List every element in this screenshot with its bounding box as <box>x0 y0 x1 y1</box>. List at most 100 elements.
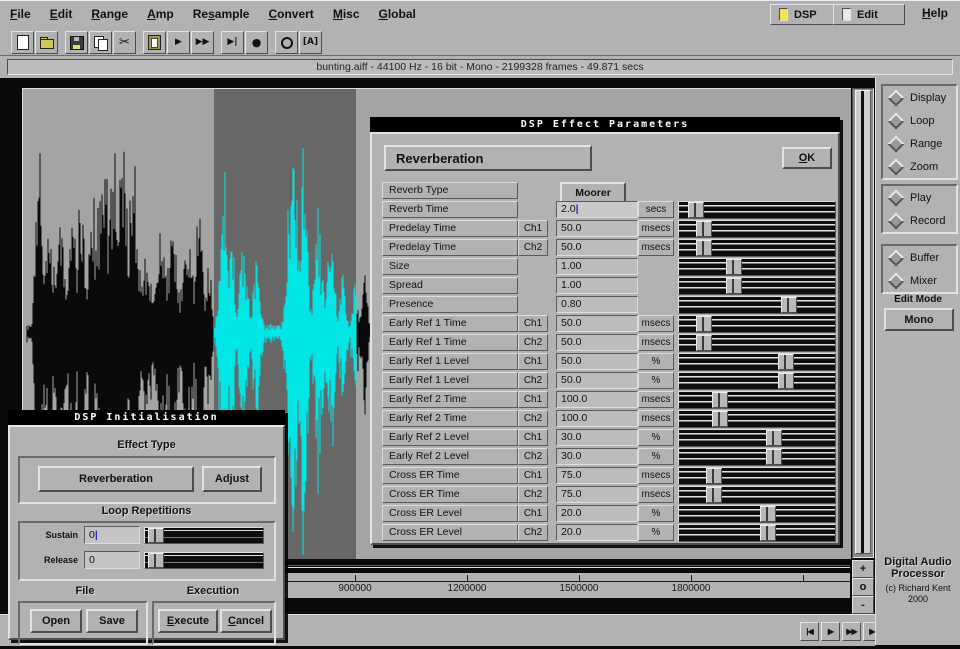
sidebar-item-display[interactable]: Display <box>883 86 956 109</box>
param-slider[interactable] <box>678 429 836 447</box>
param-slider-thumb[interactable] <box>696 316 712 332</box>
param-slider[interactable] <box>678 201 836 219</box>
copy-button[interactable] <box>89 31 112 54</box>
sidebar-item-record[interactable]: Record <box>883 209 956 232</box>
record-button[interactable]: ● <box>245 31 268 54</box>
param-slider-thumb[interactable] <box>760 506 776 522</box>
param-slider-thumb[interactable] <box>726 278 742 294</box>
param-value-input[interactable]: 75.0 <box>556 467 638 484</box>
release-input[interactable]: 0 <box>84 551 140 569</box>
param-slider[interactable] <box>678 486 836 504</box>
execute-button[interactable]: Execute <box>158 609 218 633</box>
transport-button-1[interactable]: ▶ <box>821 622 840 641</box>
channel-button[interactable]: Ch1 <box>518 391 548 408</box>
param-slider[interactable] <box>678 372 836 390</box>
param-slider-thumb[interactable] <box>706 468 722 484</box>
zoom-in-button[interactable]: + <box>852 560 874 578</box>
param-slider[interactable] <box>678 258 836 276</box>
sidebar-item-buffer[interactable]: Buffer <box>883 246 956 269</box>
param-slider-thumb[interactable] <box>766 430 782 446</box>
play-range-button[interactable]: ▶| <box>221 31 244 54</box>
param-slider[interactable] <box>678 524 836 542</box>
sidebar-item-mixer[interactable]: Mixer <box>883 269 956 292</box>
channel-button[interactable]: Ch2 <box>518 524 548 541</box>
sidebar-item-loop[interactable]: Loop <box>883 109 956 132</box>
adjust-button[interactable]: Adjust <box>202 466 262 492</box>
param-slider[interactable] <box>678 296 836 314</box>
param-value-input[interactable]: 50.0 <box>556 372 638 389</box>
param-slider-thumb[interactable] <box>760 525 776 541</box>
param-value-input[interactable]: 75.0 <box>556 486 638 503</box>
param-slider[interactable] <box>678 505 836 523</box>
fx-dialog-titlebar[interactable]: DSP Effect Parameters <box>370 117 840 132</box>
menu-item-range[interactable]: Range <box>91 7 128 21</box>
channel-button[interactable]: Ch2 <box>518 410 548 427</box>
cancel-button[interactable]: Cancel <box>220 609 272 633</box>
channel-button[interactable]: Ch2 <box>518 334 548 351</box>
sidebar-item-zoom[interactable]: Zoom <box>883 155 956 178</box>
param-slider[interactable] <box>678 410 836 428</box>
save-file-button[interactable] <box>65 31 88 54</box>
param-value-input[interactable]: 50.0 <box>556 220 638 237</box>
open-file-button[interactable] <box>35 31 58 54</box>
channel-button[interactable]: Ch1 <box>518 429 548 446</box>
menu-item-convert[interactable]: Convert <box>268 7 313 21</box>
param-slider-thumb[interactable] <box>778 354 794 370</box>
channel-button[interactable]: Ch1 <box>518 315 548 332</box>
mode-mono-button[interactable]: Mono <box>884 308 954 331</box>
param-slider-thumb[interactable] <box>778 373 794 389</box>
effect-select-button[interactable]: Reverberation <box>38 466 194 492</box>
menu-item-global[interactable]: Global <box>379 7 416 21</box>
menu-item-file[interactable]: File <box>10 7 31 21</box>
vertical-scrollbar[interactable] <box>852 88 874 558</box>
reverb-type-button[interactable]: Moorer <box>560 182 626 203</box>
cut-button[interactable]: ✂ <box>113 31 136 54</box>
channel-button[interactable]: Ch2 <box>518 239 548 256</box>
channel-button[interactable]: Ch1 <box>518 505 548 522</box>
label-a-button[interactable]: [A] <box>299 31 322 54</box>
param-value-input[interactable]: 0.80 <box>556 296 638 313</box>
param-value-input[interactable]: 50.0 <box>556 353 638 370</box>
play-all-button[interactable]: ▶▶ <box>191 31 214 54</box>
param-value-input[interactable]: 100.0 <box>556 391 638 408</box>
transport-button-0[interactable]: |◀ <box>800 622 819 641</box>
param-slider-thumb[interactable] <box>781 297 797 313</box>
param-slider-thumb[interactable] <box>696 240 712 256</box>
sustain-slider[interactable] <box>144 527 264 544</box>
menu-item-misc[interactable]: Misc <box>333 7 360 21</box>
param-slider[interactable] <box>678 220 836 238</box>
param-slider[interactable] <box>678 353 836 371</box>
new-file-button[interactable] <box>11 31 34 54</box>
param-value-input[interactable]: 20.0 <box>556 505 638 522</box>
release-slider-thumb[interactable] <box>148 553 164 568</box>
open-button[interactable]: Open <box>30 609 82 633</box>
param-value-input[interactable]: 1.00 <box>556 277 638 294</box>
param-slider[interactable] <box>678 467 836 485</box>
param-slider-thumb[interactable] <box>688 202 704 218</box>
sidebar-item-play[interactable]: Play <box>883 186 956 209</box>
sustain-input[interactable]: 0| <box>84 526 140 544</box>
param-slider[interactable] <box>678 239 836 257</box>
param-slider[interactable] <box>678 334 836 352</box>
param-value-input[interactable]: 50.0 <box>556 315 638 332</box>
param-value-input[interactable]: 20.0 <box>556 524 638 541</box>
param-value-input[interactable]: 50.0 <box>556 239 638 256</box>
param-slider-thumb[interactable] <box>696 221 712 237</box>
transport-button-2[interactable]: ▶▶ <box>842 622 861 641</box>
param-value-input[interactable]: 100.0 <box>556 410 638 427</box>
release-slider[interactable] <box>144 552 264 569</box>
channel-button[interactable]: Ch1 <box>518 353 548 370</box>
save-button[interactable]: Save <box>86 609 138 633</box>
dsp-toggle-button[interactable]: DSP <box>770 4 842 25</box>
channel-button[interactable]: Ch1 <box>518 220 548 237</box>
param-value-input[interactable]: 30.0 <box>556 448 638 465</box>
channel-button[interactable]: Ch2 <box>518 448 548 465</box>
zoom-out-button[interactable]: - <box>852 596 874 614</box>
param-slider[interactable] <box>678 391 836 409</box>
param-slider-thumb[interactable] <box>726 259 742 275</box>
param-value-input[interactable]: 50.0 <box>556 334 638 351</box>
init-dialog-titlebar[interactable]: DSP Initialisation <box>8 410 285 425</box>
param-value-input[interactable]: 1.00 <box>556 258 638 275</box>
param-value-input[interactable]: 30.0 <box>556 429 638 446</box>
edit-toggle-button[interactable]: Edit <box>833 4 905 25</box>
